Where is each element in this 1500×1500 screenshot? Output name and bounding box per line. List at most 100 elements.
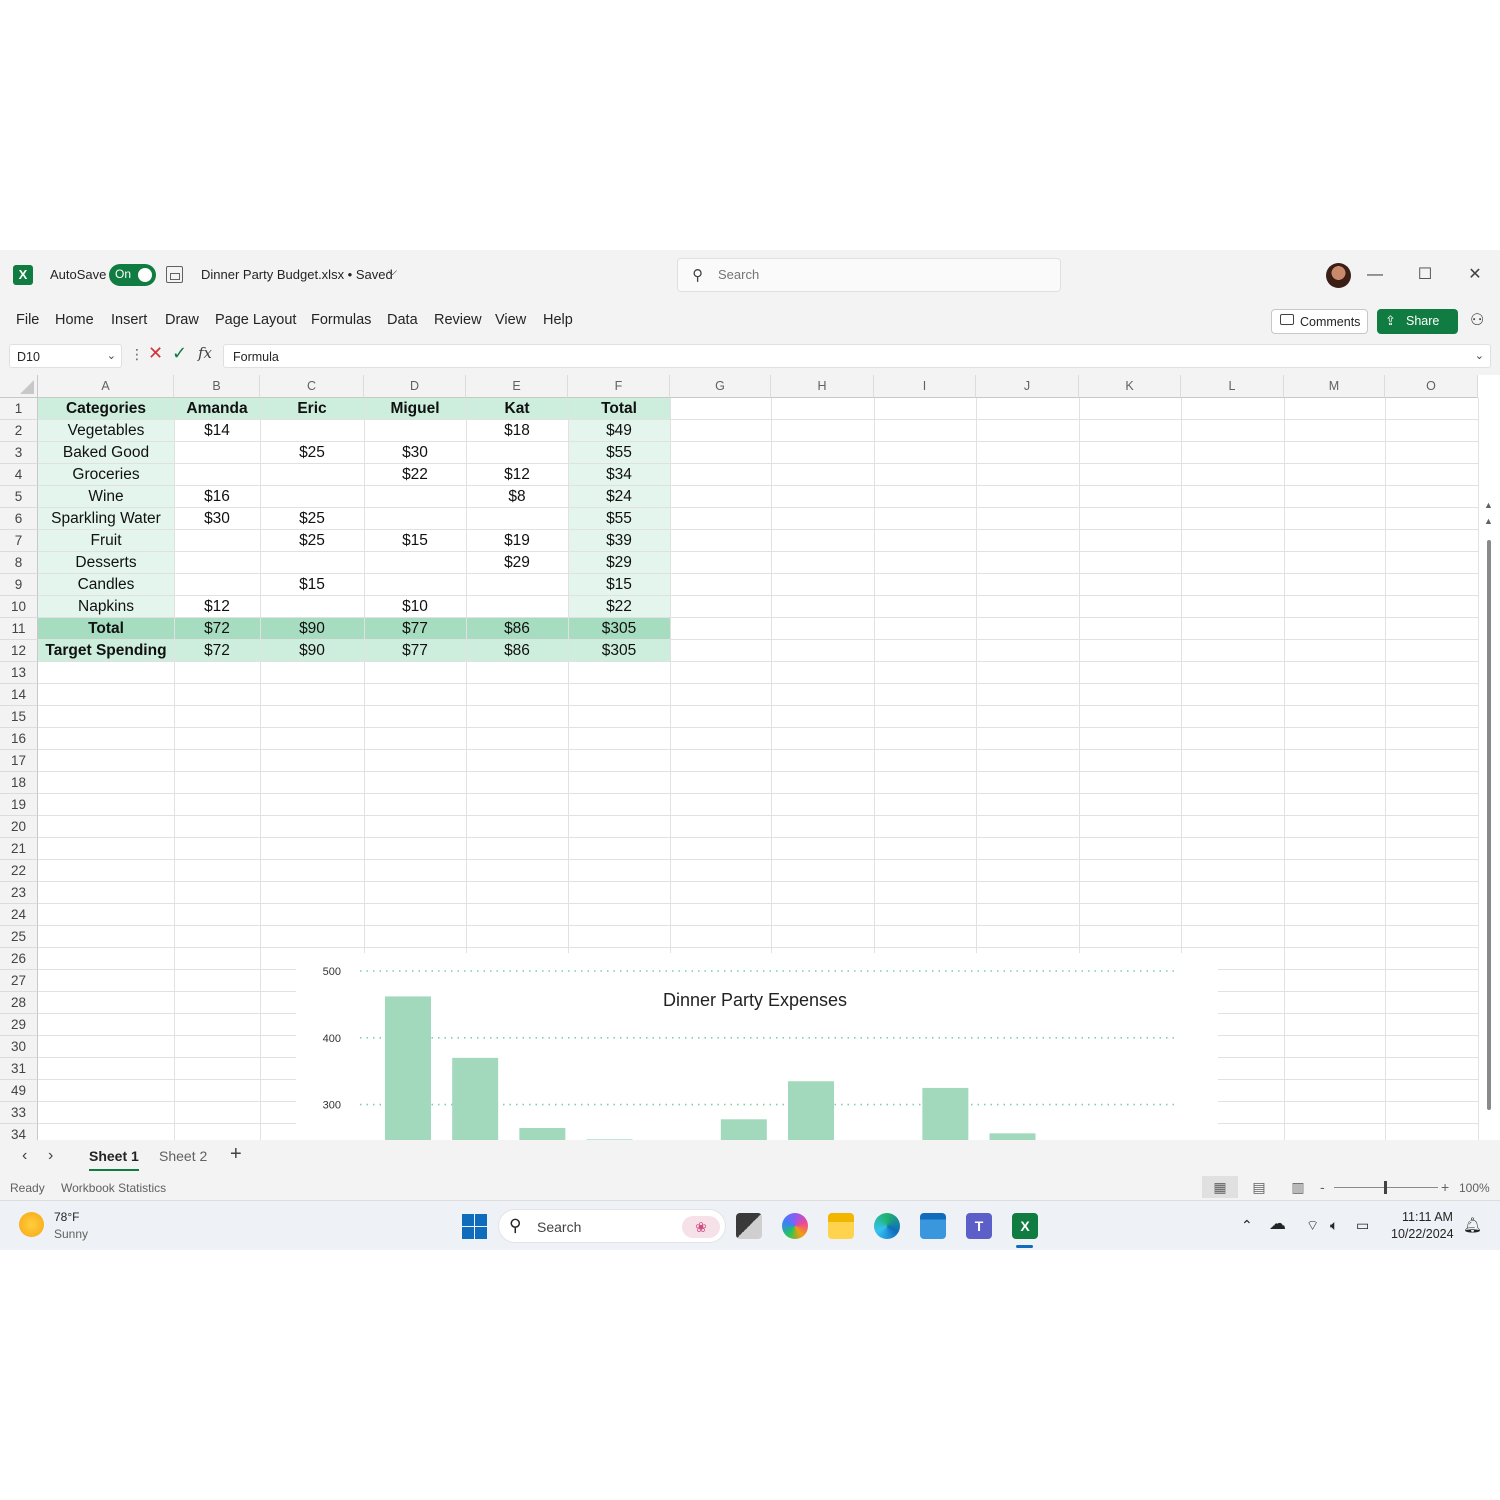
enter-check-icon[interactable]: ✓ (172, 343, 187, 364)
battery-icon[interactable]: ▭ (1356, 1217, 1369, 1234)
row-header[interactable]: 10 (0, 596, 38, 618)
cloud-icon[interactable]: ☁ (1269, 1214, 1286, 1234)
target-cell[interactable]: $77 (364, 640, 466, 662)
normal-view-icon[interactable]: ▦ (1202, 1176, 1238, 1198)
table-cell[interactable]: $8 (466, 486, 568, 508)
row-header[interactable]: 1 (0, 398, 38, 420)
sheet-tab-1[interactable]: Sheet 1 (89, 1148, 139, 1171)
prev-sheet-icon[interactable]: ‹ (22, 1147, 27, 1165)
zoom-out-icon[interactable]: - (1320, 1179, 1325, 1195)
zoom-slider-thumb[interactable] (1384, 1181, 1387, 1194)
workbook-statistics[interactable]: Workbook Statistics (61, 1181, 166, 1195)
teams-icon[interactable]: T (966, 1213, 992, 1239)
target-cell[interactable]: $86 (466, 640, 568, 662)
menu-formulas[interactable]: Formulas (311, 312, 371, 328)
row-header[interactable]: 18 (0, 772, 38, 794)
total-cell[interactable]: $86 (466, 618, 568, 640)
clock-time[interactable]: 11:11 AM (1402, 1210, 1453, 1224)
table-cell[interactable]: $19 (466, 530, 568, 552)
row-header[interactable]: 11 (0, 618, 38, 640)
table-cell[interactable]: $14 (174, 420, 260, 442)
more-options-icon[interactable]: ⋮ (130, 346, 144, 363)
menu-home[interactable]: Home (55, 312, 94, 328)
total-cell[interactable]: $90 (260, 618, 364, 640)
file-explorer-icon[interactable] (828, 1213, 854, 1239)
menu-draw[interactable]: Draw (165, 312, 199, 328)
table-cell[interactable] (364, 574, 466, 596)
table-cell[interactable] (260, 464, 364, 486)
row-header[interactable]: 5 (0, 486, 38, 508)
table-cell[interactable]: $15 (260, 574, 364, 596)
sun-icon[interactable] (19, 1212, 44, 1237)
table-cell[interactable]: Vegetables (38, 420, 174, 442)
row-header[interactable]: 17 (0, 750, 38, 772)
menu-insert[interactable]: Insert (111, 312, 147, 328)
total-cell[interactable]: $305 (568, 618, 670, 640)
menu-review[interactable]: Review (434, 312, 482, 328)
sheet-tab-2[interactable]: Sheet 2 (159, 1148, 207, 1164)
table-cell[interactable]: Sparkling Water (38, 508, 174, 530)
add-sheet-icon[interactable]: + (230, 1143, 242, 1166)
row-header[interactable]: 9 (0, 574, 38, 596)
autosave-toggle[interactable]: On (109, 264, 156, 286)
row-header[interactable]: 31 (0, 1058, 38, 1080)
table-cell[interactable]: Fruit (38, 530, 174, 552)
target-cell[interactable]: $72 (174, 640, 260, 662)
row-header[interactable]: 19 (0, 794, 38, 816)
table-cell[interactable] (260, 596, 364, 618)
row-header[interactable]: 7 (0, 530, 38, 552)
table-cell[interactable] (364, 552, 466, 574)
column-header[interactable]: F (568, 375, 670, 398)
windows-start-icon[interactable] (462, 1214, 487, 1239)
document-title[interactable]: Dinner Party Budget.xlsx • Saved (201, 267, 393, 282)
row-header[interactable]: 20 (0, 816, 38, 838)
table-cell[interactable]: Napkins (38, 596, 174, 618)
chevron-down-icon[interactable]: ⌄ (1475, 349, 1484, 362)
table-cell[interactable]: Baked Good (38, 442, 174, 464)
target-cell[interactable]: Target Spending (38, 640, 174, 662)
avatar[interactable] (1326, 263, 1351, 288)
column-header[interactable]: D (364, 375, 466, 398)
table-cell[interactable] (364, 486, 466, 508)
table-cell[interactable]: $16 (174, 486, 260, 508)
column-header[interactable]: G (670, 375, 771, 398)
expenses-chart[interactable]: 50100200300400500JanFebMarAprMayJunJulAu… (296, 953, 1218, 1140)
table-cell[interactable] (466, 574, 568, 596)
table-cell[interactable] (174, 574, 260, 596)
row-header[interactable]: 27 (0, 970, 38, 992)
table-cell[interactable]: $29 (568, 552, 670, 574)
table-cell[interactable]: $12 (174, 596, 260, 618)
task-view-icon[interactable] (736, 1213, 762, 1239)
edge-icon[interactable] (874, 1213, 900, 1239)
table-cell[interactable]: $25 (260, 508, 364, 530)
table-header-cell[interactable]: Eric (260, 398, 364, 420)
weather-condition[interactable]: Sunny (54, 1227, 88, 1241)
name-box[interactable]: D10 ⌄ (9, 344, 122, 368)
page-break-view-icon[interactable]: ▥ (1280, 1176, 1316, 1198)
wifi-icon[interactable]: ⌔ (1306, 1217, 1319, 1235)
table-cell[interactable]: $25 (260, 530, 364, 552)
volume-icon[interactable]: 🔈︎ (1330, 1217, 1338, 1234)
column-header[interactable]: A (38, 375, 174, 398)
target-cell[interactable]: $305 (568, 640, 670, 662)
row-header[interactable]: 2 (0, 420, 38, 442)
row-header[interactable]: 21 (0, 838, 38, 860)
table-cell[interactable]: $55 (568, 508, 670, 530)
row-header[interactable]: 14 (0, 684, 38, 706)
table-header-cell[interactable]: Kat (466, 398, 568, 420)
weather-temperature[interactable]: 78°F (54, 1210, 79, 1224)
table-cell[interactable]: $39 (568, 530, 670, 552)
bell-icon[interactable]: 🔔︎ (1463, 1216, 1482, 1234)
menu-help[interactable]: Help (543, 312, 573, 328)
table-cell[interactable]: $30 (174, 508, 260, 530)
excel-taskbar-icon[interactable]: X (1012, 1213, 1038, 1239)
table-cell[interactable]: Wine (38, 486, 174, 508)
table-cell[interactable] (260, 486, 364, 508)
column-header[interactable]: C (260, 375, 364, 398)
table-header-cell[interactable]: Categories (38, 398, 174, 420)
page-layout-view-icon[interactable]: ▤ (1241, 1176, 1277, 1198)
table-cell[interactable]: $55 (568, 442, 670, 464)
row-header[interactable]: 4 (0, 464, 38, 486)
table-cell[interactable]: Desserts (38, 552, 174, 574)
row-header[interactable]: 34 (0, 1124, 38, 1140)
